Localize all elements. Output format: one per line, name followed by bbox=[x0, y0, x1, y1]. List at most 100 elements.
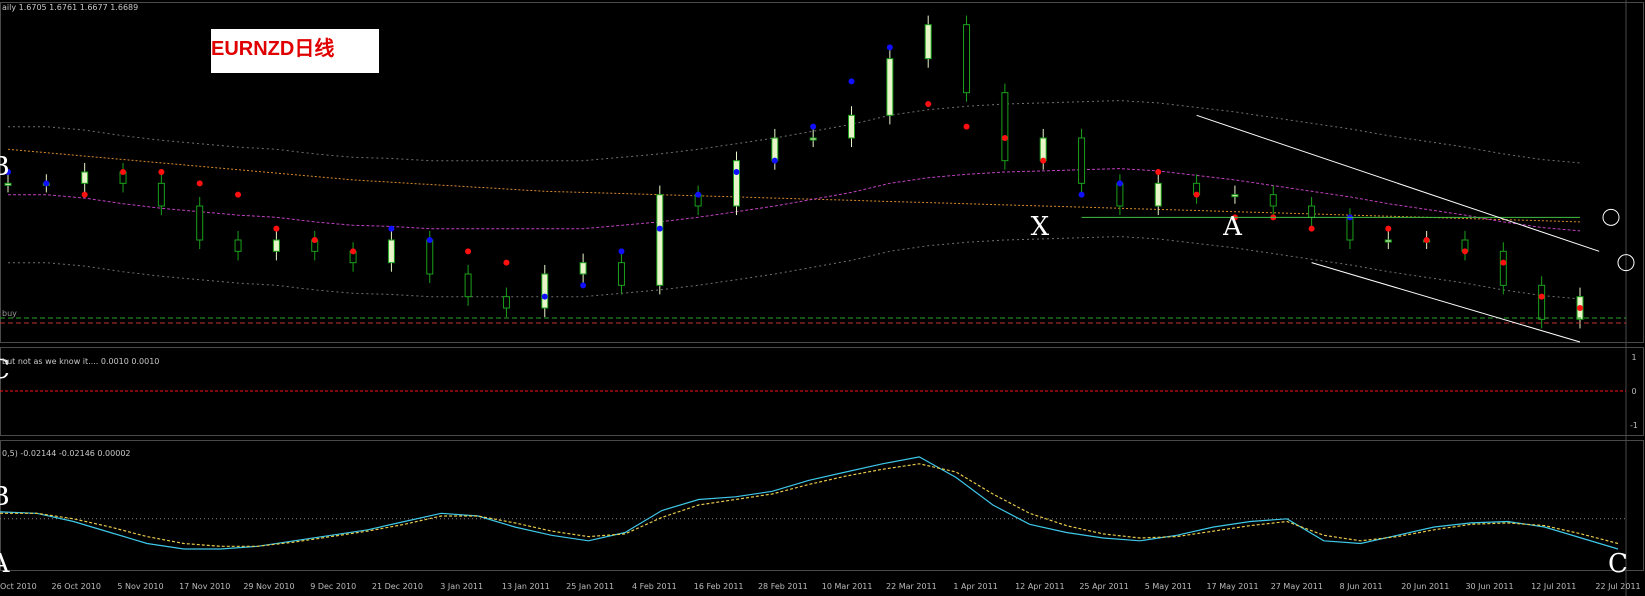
x-tick-label: 14 Oct 2010 bbox=[0, 582, 37, 591]
x-tick-label: 25 Apr 2011 bbox=[1079, 582, 1128, 591]
candle-body bbox=[1116, 182, 1124, 207]
oscillator-tick-label: 1 bbox=[1631, 353, 1636, 362]
macd-info: 0,5) -0.02144 -0.02146 0.00002 bbox=[2, 449, 131, 458]
candle-body bbox=[157, 182, 165, 207]
trailing-stop-dot bbox=[503, 259, 510, 266]
macd-line bbox=[0, 456, 1619, 550]
buy-level-label: buy bbox=[2, 309, 17, 318]
candle-body bbox=[771, 137, 779, 162]
level-marker-circle bbox=[1602, 208, 1620, 226]
trailing-stop-dot bbox=[656, 225, 663, 232]
x-tick-label: 9 Dec 2010 bbox=[310, 582, 356, 591]
trailing-stop-dot bbox=[426, 237, 433, 243]
x-tick-label: 30 Jun 2011 bbox=[1465, 582, 1513, 591]
chart-svg: 1 0 -1 14 Oct 2010 26 Oct 2010 5 Nov 2010 17 N… bbox=[0, 0, 1644, 596]
signal-line bbox=[0, 463, 1619, 547]
x-tick-label: 5 Nov 2010 bbox=[117, 582, 163, 591]
trailing-stop-dot bbox=[618, 248, 625, 255]
trailing-stop-dot bbox=[848, 78, 855, 85]
candle-body bbox=[617, 262, 625, 286]
candle-body bbox=[1499, 250, 1507, 286]
x-tick-label: 29 Nov 2010 bbox=[243, 582, 294, 591]
candle-body bbox=[81, 171, 89, 184]
candle-body bbox=[1538, 284, 1546, 320]
oscillator-info: but not as we know it.... 0.0010 0.0010 bbox=[2, 357, 160, 366]
candle-body bbox=[963, 24, 971, 94]
trailing-stop-dot bbox=[158, 169, 165, 175]
trailing-stop-dot bbox=[1308, 225, 1315, 232]
upper-band-line bbox=[8, 100, 1581, 164]
lower-band-line bbox=[8, 236, 1581, 300]
chart-title-box: EURNZD日线 bbox=[211, 29, 379, 73]
candle-body bbox=[579, 262, 587, 275]
x-tick-label: 25 Jan 2011 bbox=[566, 582, 614, 591]
x-tick-label: 5 May 2011 bbox=[1145, 582, 1192, 591]
x-tick-label: 17 May 2011 bbox=[1206, 582, 1258, 591]
x-tick-label: 17 Nov 2010 bbox=[179, 582, 230, 591]
trailing-stop-dot bbox=[695, 191, 702, 198]
trailing-stop-dot bbox=[1155, 169, 1162, 175]
x-tick-label: 20 Jun 2011 bbox=[1401, 582, 1449, 591]
x-tick-label: 4 Feb 2011 bbox=[632, 582, 677, 591]
candle-body bbox=[1078, 137, 1086, 184]
candle-body bbox=[464, 273, 472, 298]
x-tick-label: 1 Apr 2011 bbox=[953, 582, 997, 591]
x-tick-label: 28 Feb 2011 bbox=[758, 582, 808, 591]
candle-body bbox=[387, 239, 395, 264]
trailing-stop-dot bbox=[43, 180, 50, 187]
trailing-stop-dot bbox=[235, 191, 242, 198]
trailing-stop-dot bbox=[810, 123, 817, 130]
trailing-stop-dot bbox=[273, 225, 280, 232]
x-tick-label: 27 May 2011 bbox=[1271, 582, 1323, 591]
long-ma-line bbox=[7, 148, 1581, 223]
trailing-stop-dot bbox=[886, 44, 893, 51]
candle-body bbox=[502, 296, 510, 309]
candle-body bbox=[1154, 182, 1162, 207]
candle-body bbox=[1308, 205, 1316, 218]
trailing-stop-dot bbox=[1116, 180, 1123, 187]
candle-body bbox=[272, 239, 280, 252]
annotation-label: C bbox=[1608, 549, 1628, 579]
candle-body bbox=[196, 205, 204, 241]
candle-body bbox=[1269, 194, 1277, 207]
trailing-stop-dot bbox=[1040, 157, 1047, 164]
candle-body bbox=[1039, 137, 1047, 162]
candle-body bbox=[541, 273, 549, 309]
candle-body bbox=[886, 58, 894, 116]
trailing-stop-dot bbox=[1385, 225, 1392, 232]
trailing-stop-dot bbox=[350, 248, 357, 255]
trailing-stop-dot bbox=[388, 225, 395, 232]
trailing-stop-dot bbox=[1001, 135, 1008, 141]
x-tick-label: 22 Jul 2011 bbox=[1595, 582, 1640, 591]
candle-body bbox=[4, 182, 12, 186]
trailing-stop-dot bbox=[771, 157, 778, 164]
candle-body bbox=[809, 137, 817, 141]
x-tick-label: 26 Oct 2010 bbox=[52, 582, 101, 591]
trailing-stop-dot bbox=[1078, 191, 1085, 198]
x-tick-label: 16 Feb 2011 bbox=[694, 582, 744, 591]
x-tick-label: 12 Apr 2011 bbox=[1015, 582, 1064, 591]
candle-body bbox=[1346, 216, 1354, 241]
trailing-stop-dot bbox=[120, 169, 127, 175]
trailing-stop-dot bbox=[1461, 248, 1468, 255]
candle-body bbox=[732, 160, 740, 207]
trailing-stop-dot bbox=[963, 123, 970, 130]
trailing-stop-dot bbox=[465, 248, 472, 255]
trailing-stop-dot bbox=[81, 191, 88, 198]
candle-body bbox=[924, 24, 932, 60]
chart-title: EURNZD日线 bbox=[211, 38, 335, 60]
trailing-stop-dot bbox=[1500, 259, 1507, 266]
x-tick-label: 13 Jan 2011 bbox=[502, 582, 550, 591]
annotation-label: A bbox=[1222, 212, 1243, 242]
trailing-stop-dot bbox=[733, 169, 740, 175]
trailing-stop-dot bbox=[1423, 237, 1430, 243]
main-chart-info: aily 1.6705 1.6761 1.6677 1.6689 bbox=[2, 3, 139, 12]
candle-body bbox=[656, 194, 664, 286]
oscillator-tick-label: -1 bbox=[1630, 421, 1638, 430]
trailing-stop-dot bbox=[580, 282, 587, 289]
trailing-stop-dot bbox=[1193, 191, 1200, 198]
annotation-label: B bbox=[0, 482, 10, 512]
trailing-stop-dot bbox=[925, 101, 932, 107]
candle-body bbox=[1231, 194, 1239, 198]
macd-panel-frame bbox=[0, 440, 1644, 571]
